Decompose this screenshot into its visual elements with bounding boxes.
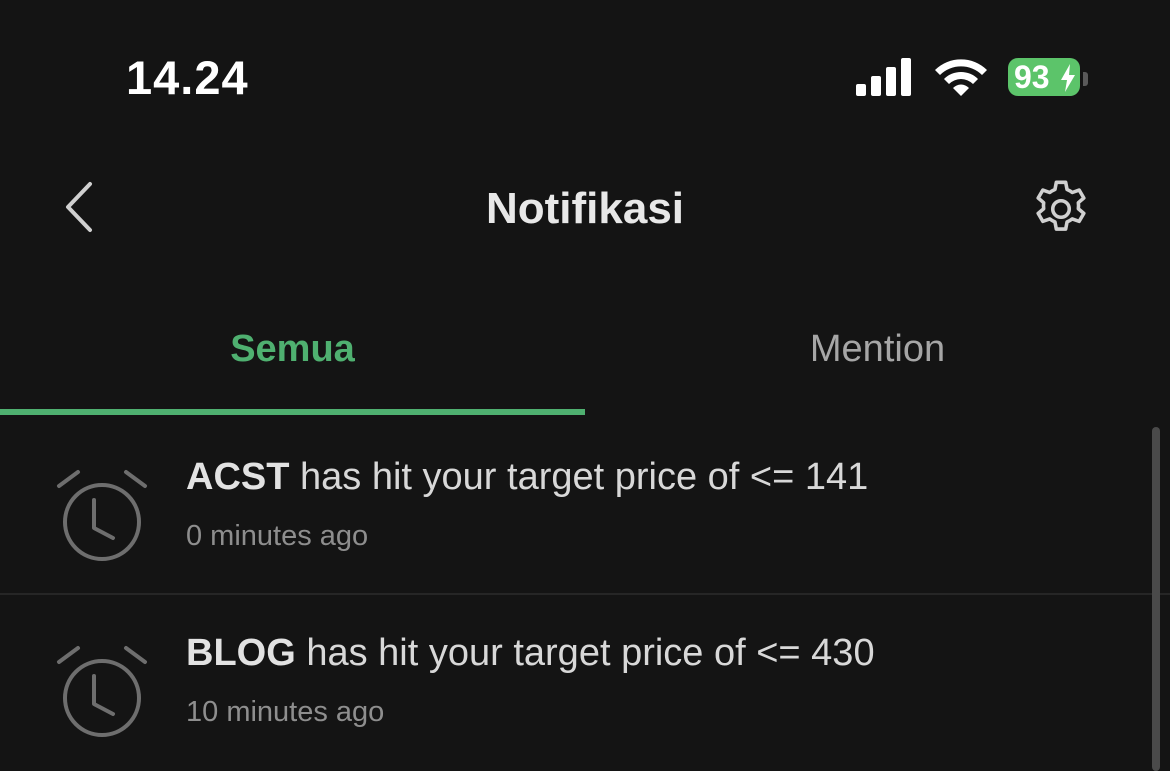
- notification-text: ACST has hit your target price of <= 141: [186, 456, 868, 499]
- notification-list: ACST has hit your target price of <= 141…: [0, 418, 1170, 771]
- header: Notifikasi: [0, 150, 1170, 270]
- active-tab-indicator: [0, 409, 585, 415]
- alarm-clock-icon: [57, 646, 147, 737]
- tab-mention[interactable]: Mention: [585, 290, 1170, 418]
- battery-tip: [1083, 72, 1088, 86]
- notification-ticker: ACST: [186, 456, 290, 498]
- scrollbar[interactable]: [1152, 427, 1160, 771]
- wifi-icon: [935, 59, 987, 96]
- battery-level: 93: [1014, 59, 1050, 95]
- page-title: Notifikasi: [485, 184, 685, 233]
- settings-button[interactable]: [1028, 176, 1094, 242]
- notification-time: 10 minutes ago: [186, 696, 385, 728]
- alarm-clock-icon: [57, 470, 147, 561]
- signal-icon: [856, 58, 911, 96]
- notification-item[interactable]: ACST has hit your target price of <= 141…: [0, 418, 1170, 595]
- notification-time: 0 minutes ago: [186, 520, 369, 552]
- gear-icon: [1036, 180, 1086, 231]
- notification-message: has hit your target price of <= 430: [295, 632, 875, 674]
- notification-item[interactable]: BLOG has hit your target price of <= 430…: [0, 594, 1170, 770]
- charging-bolt-icon: [1061, 64, 1075, 92]
- notification-ticker: BLOG: [186, 632, 296, 674]
- notification-text: BLOG has hit your target price of <= 430: [186, 632, 875, 675]
- tab-bar: Semua Mention: [0, 290, 1170, 418]
- status-time: 14.24: [126, 51, 249, 104]
- notification-message: has hit your target price of <= 141: [289, 456, 869, 498]
- status-bar: 14.24 93: [0, 0, 1170, 150]
- tab-semua[interactable]: Semua: [0, 290, 585, 418]
